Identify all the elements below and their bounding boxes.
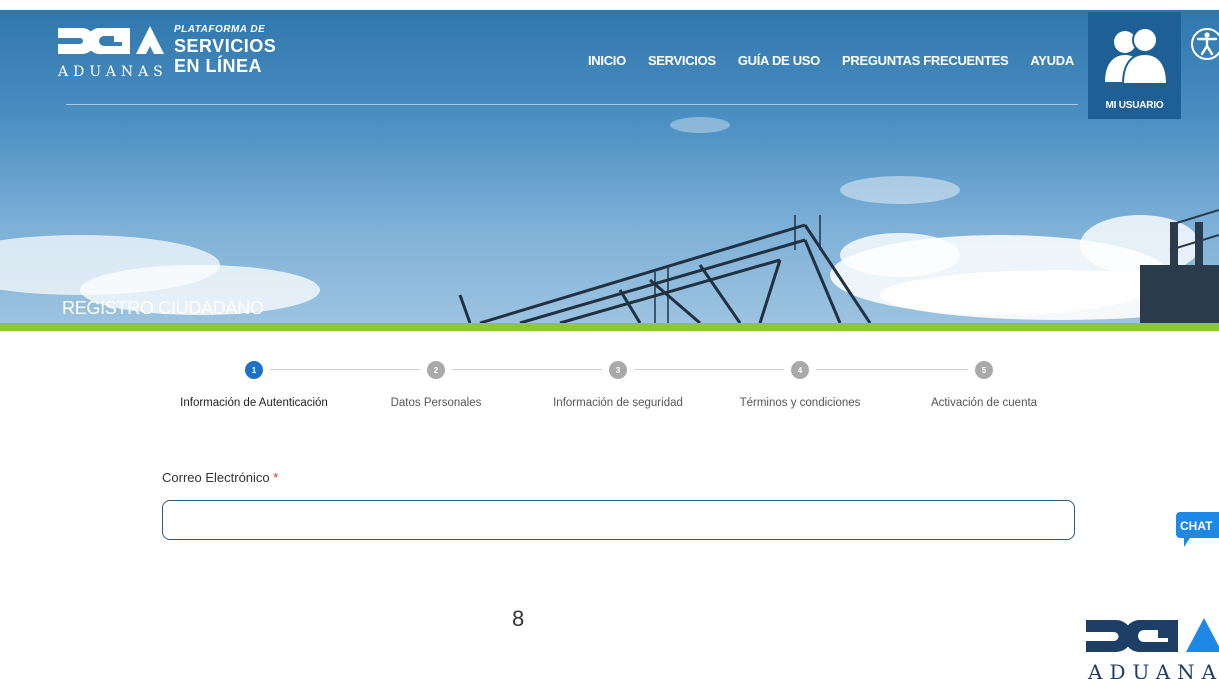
main-nav: INICIO SERVICIOS GUÍA DE USO PREGUNTAS F… [588, 53, 1096, 68]
dga-logo[interactable]: ADUANAS PLATAFORMA DE SERVICIOS EN LÍNEA [56, 22, 286, 84]
step-4-label: Términos y condiciones [739, 397, 861, 409]
nav-divider [66, 104, 1078, 105]
step-2-label: Datos Personales [390, 397, 482, 409]
footer-aduanas-text: ADUANAS [1088, 660, 1219, 679]
step-5-label: Activación de cuenta [930, 397, 1038, 409]
nav-servicios[interactable]: SERVICIOS [648, 53, 716, 68]
email-label: Correo Electrónico * [162, 470, 278, 485]
page-number: 8 [512, 606, 525, 631]
step-3-dot[interactable]: 3 [609, 361, 627, 379]
page-title: REGISTRO CIUDADANO [62, 298, 264, 318]
my-user-button[interactable]: MI USUARIO [1088, 12, 1181, 119]
email-input[interactable] [162, 500, 1075, 540]
step-2-dot[interactable]: 2 [427, 361, 445, 379]
step-1-label: Información de Autenticación [180, 397, 328, 409]
hero-banner: ADUANAS PLATAFORMA DE SERVICIOS EN LÍNEA… [0, 10, 1219, 323]
chat-bubble-icon[interactable]: CHAT [1176, 512, 1219, 548]
step-1-dot[interactable]: 1 [245, 361, 263, 379]
logo-plataforma-text: PLATAFORMA DE [174, 24, 266, 35]
step-connector [270, 369, 420, 370]
logo-en-linea-text: EN LÍNEA [174, 56, 263, 76]
logo-servicios-text: SERVICIOS [174, 36, 277, 56]
accessibility-icon[interactable] [1187, 16, 1219, 70]
green-accent-bar [0, 323, 1219, 331]
footer-dga-logo: ADUANAS [1082, 614, 1219, 679]
step-3-label: Información de seguridad [553, 397, 683, 409]
step-connector [452, 369, 602, 370]
user-group-icon [1105, 27, 1169, 85]
nav-ayuda[interactable]: AYUDA [1030, 53, 1074, 68]
logo-aduanas-text: ADUANAS [58, 64, 168, 80]
nav-guia-de-uso[interactable]: GUÍA DE USO [738, 53, 820, 68]
step-connector [634, 369, 784, 370]
my-user-label: MI USUARIO [1105, 100, 1164, 111]
footer-dga-logo-mark [1086, 618, 1219, 653]
step-5-dot[interactable]: 5 [975, 361, 993, 379]
required-mark: * [273, 470, 279, 485]
chat-label: CHAT [1180, 519, 1213, 533]
email-label-text: Correo Electrónico [162, 470, 270, 485]
nav-inicio[interactable]: INICIO [588, 53, 626, 68]
dga-logo-mark [58, 26, 164, 55]
step-4-dot[interactable]: 4 [791, 361, 809, 379]
step-connector [816, 369, 968, 370]
nav-preguntas-frecuentes[interactable]: PREGUNTAS FRECUENTES [842, 53, 1009, 68]
